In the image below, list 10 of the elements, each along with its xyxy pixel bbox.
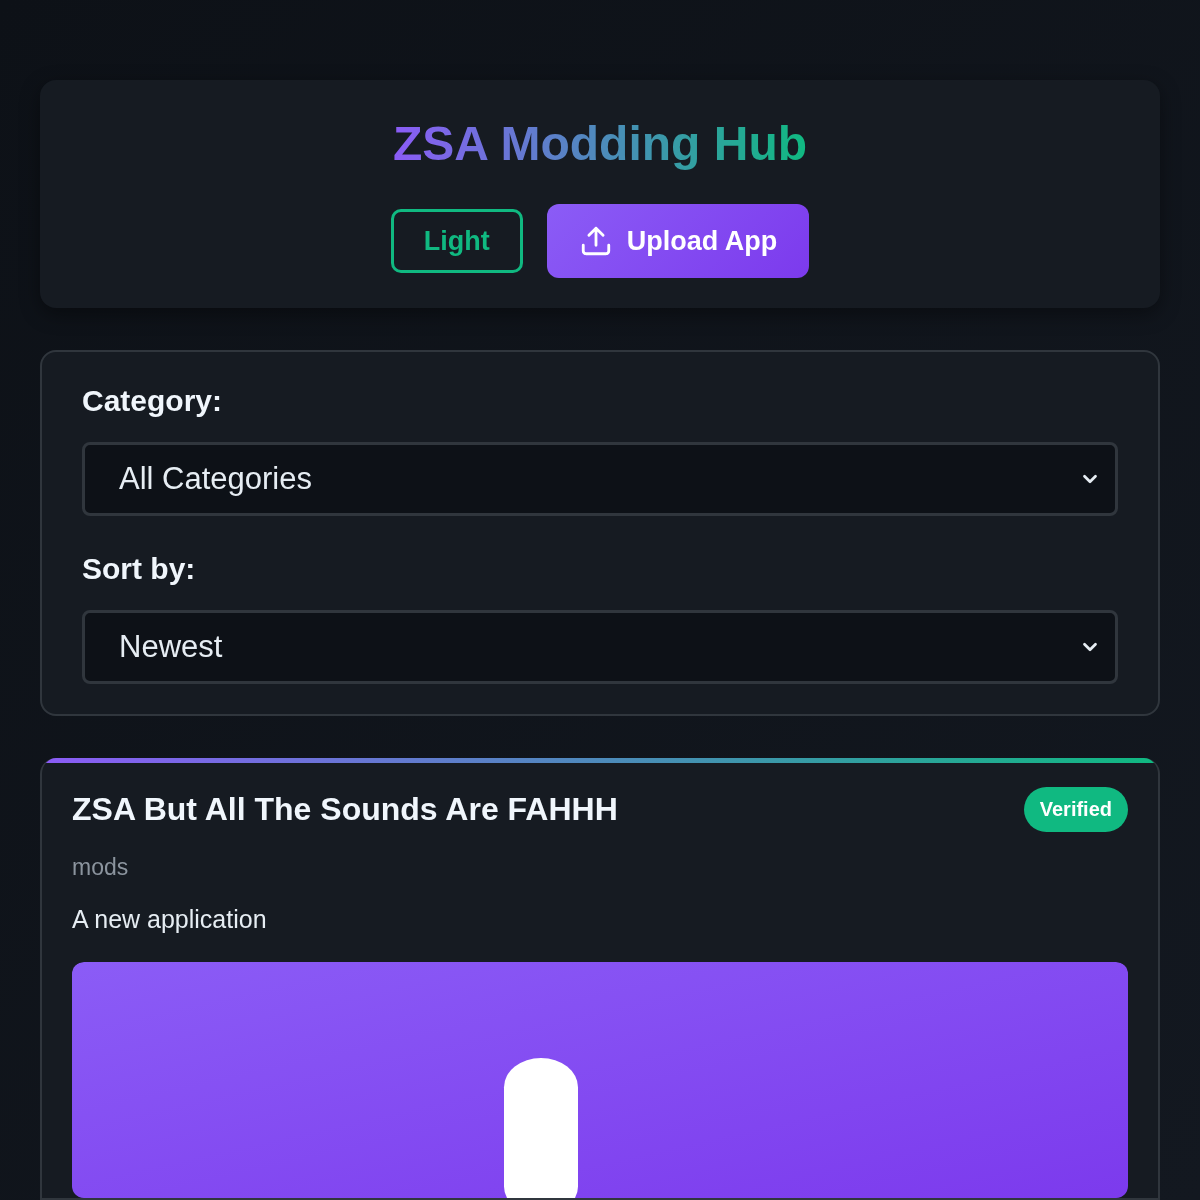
upload-button[interactable]: Upload App xyxy=(546,204,810,278)
dropdown-select[interactable]: All Categories xyxy=(82,442,1118,516)
filter-label: Category: xyxy=(82,384,224,418)
app-description: A new application xyxy=(72,904,268,934)
app-category: mods xyxy=(72,853,130,881)
verified-badge: Verified xyxy=(1023,786,1128,832)
app-title: ZSA But All The Sounds Are FAHHH xyxy=(72,790,618,828)
dropdown-select[interactable]: Newest xyxy=(82,610,1118,684)
filter-label: Sort by: xyxy=(82,552,197,586)
theme-button[interactable]: Light xyxy=(390,209,523,273)
